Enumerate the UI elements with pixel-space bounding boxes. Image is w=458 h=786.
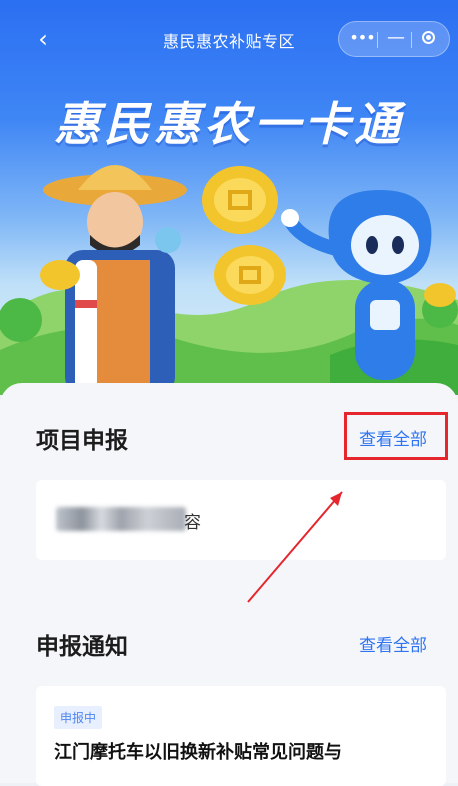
navigation-bar: ‹ 惠民惠农补贴专区 ••• — (0, 0, 458, 80)
project-card-text: 容 (184, 513, 201, 533)
section-title-notice: 申报通知 (36, 634, 128, 660)
back-icon[interactable]: ‹ (28, 24, 58, 54)
more-icon[interactable]: ••• (345, 22, 379, 56)
notice-card[interactable]: 申报中 江门摩托车以旧换新补贴常见问题与 (36, 686, 446, 786)
notice-title: 江门摩托车以旧换新补贴常见问题与 (54, 742, 342, 763)
banner-title: 惠民惠农一卡通 (54, 97, 404, 151)
redacted-text (56, 507, 186, 531)
section-title-project: 项目申报 (36, 428, 128, 454)
close-icon[interactable] (413, 22, 447, 56)
highlight-box (344, 412, 448, 460)
page-title: 惠民惠农补贴专区 (162, 32, 295, 51)
hero-banner: ‹ 惠民惠农补贴专区 ••• — 惠民惠农一卡通 (0, 0, 458, 395)
minimize-icon[interactable]: — (379, 22, 413, 56)
view-all-notices-link[interactable]: 查看全部 (359, 631, 427, 656)
capsule-divider (411, 32, 412, 48)
arrow-annotation-icon (247, 491, 343, 603)
status-badge: 申报中 (54, 706, 103, 729)
capsule-divider (377, 32, 378, 48)
banner-illustration (0, 165, 458, 395)
mini-program-capsule: ••• — (338, 21, 450, 57)
